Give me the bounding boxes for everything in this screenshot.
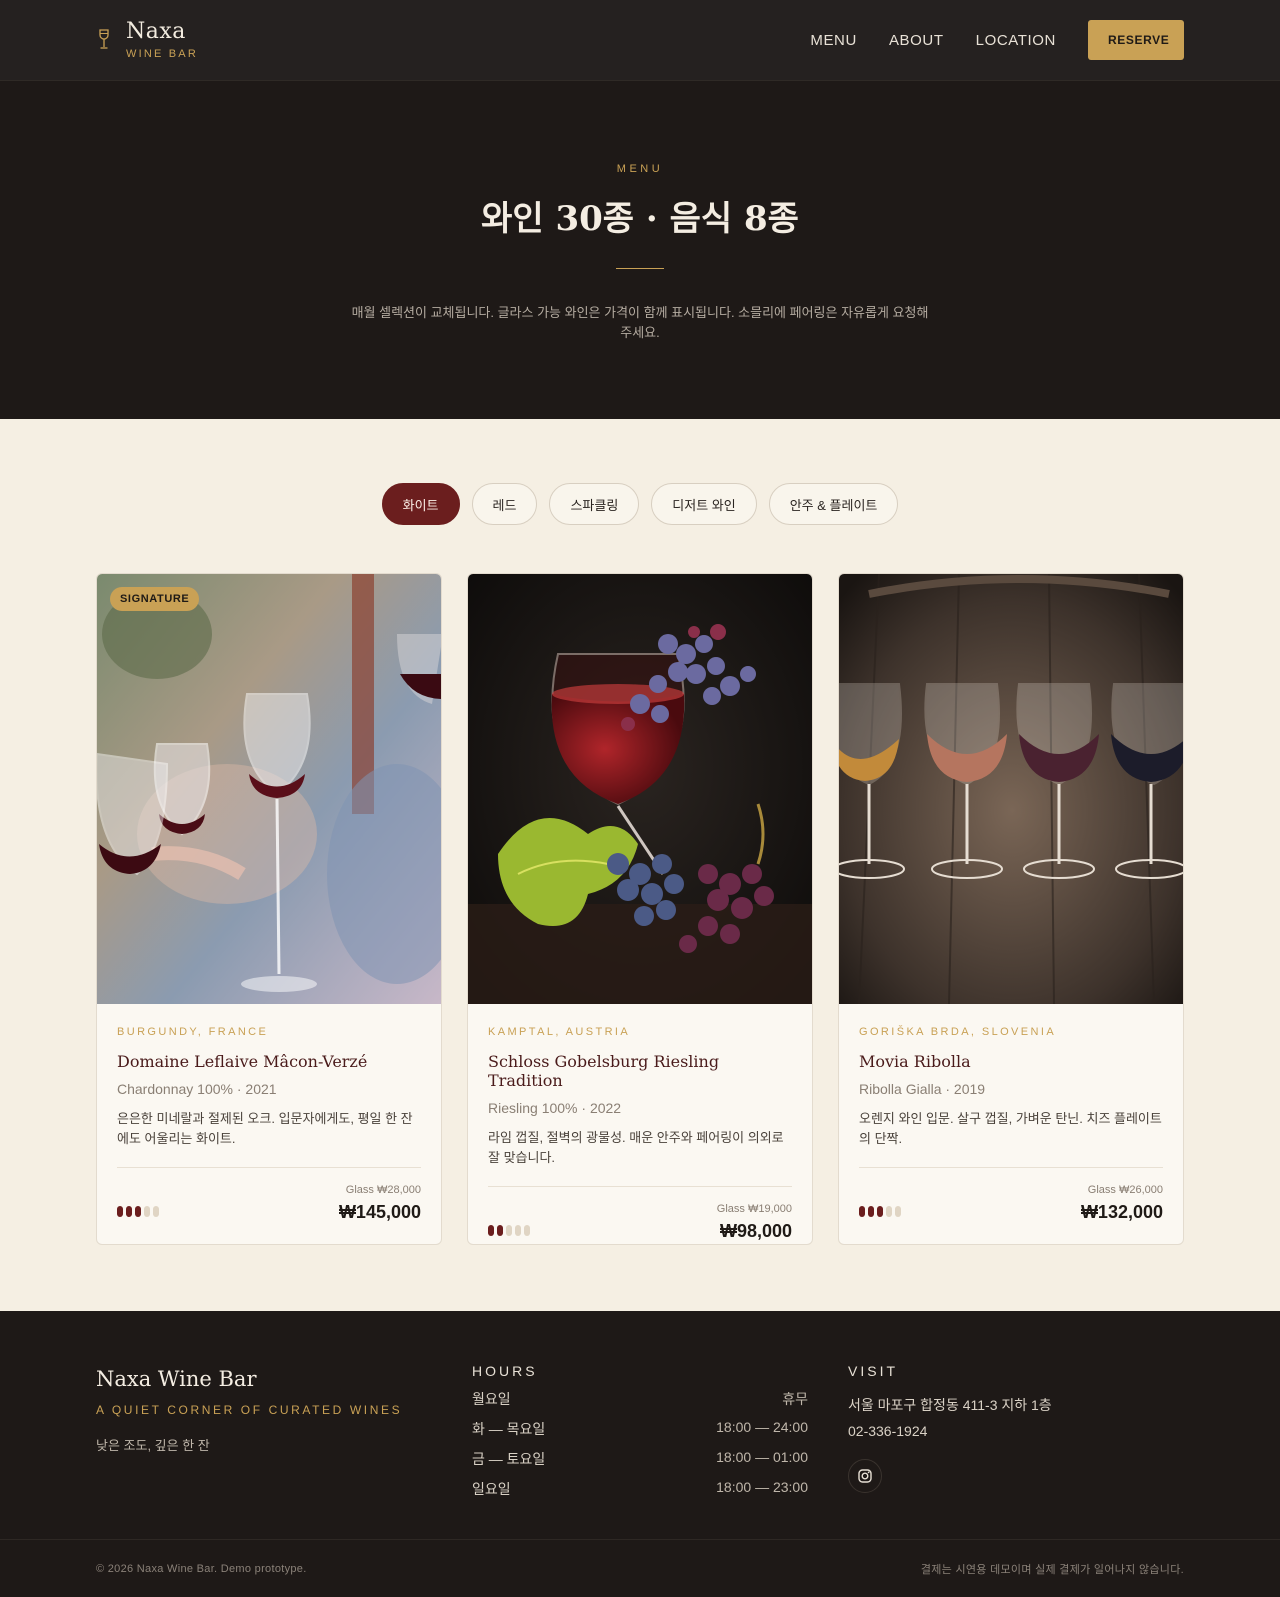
nav-location[interactable]: LOCATION [976,32,1056,49]
menu-main: 화이트 레드 스파클링 디저트 와인 안주 & 플레이트 SIGNATURE B… [0,419,1280,1311]
body-dot [895,1206,901,1217]
wine-card-photo: SIGNATURE [97,574,441,1004]
phone-number[interactable]: 02-336-1924 [848,1423,1184,1439]
wine-card[interactable]: GORIŠKA BRDA, SLOVENIA Movia Ribolla Rib… [838,573,1184,1245]
bottle-price: ₩98,000 [719,1221,792,1241]
glass-price: Glass ₩26,000 [1087,1184,1163,1196]
body-dot [524,1225,530,1236]
page-title: 와인 30종 · 음식 8종 [481,199,799,239]
wine-description: 은은한 미네랄과 절제된 오크. 입문자에게도, 평일 한 잔에도 어울리는 화… [117,1111,413,1146]
footer-bottom-bar: © 2026 Naxa Wine Bar. Demo prototype. 결제… [0,1539,1280,1597]
hours-row: 금 — 토요일 18:00 — 01:00 [472,1449,808,1469]
hours-day: 월요일 [472,1391,511,1407]
visit-heading: VISIT [848,1363,899,1379]
hero-description: 매월 셀렉션이 교체됩니다. 글라스 가능 와인은 가격이 함께 표시됩니다. … [351,305,929,340]
wine-card-photo [839,574,1183,1004]
copyright: © 2026 Naxa Wine Bar. Demo prototype. [96,1562,307,1575]
brand-logo[interactable]: Naxa WINE BAR [96,18,198,61]
body-dot [117,1206,123,1217]
tab-white[interactable]: 화이트 [381,483,460,525]
hours-day: 화 — 목요일 [472,1421,546,1437]
instagram-icon [858,1469,872,1483]
body-dot [859,1206,865,1217]
body-dot [488,1225,494,1236]
body-level-indicator [488,1225,530,1236]
wine-grape-vintage: Ribolla Gialla · 2019 [859,1081,986,1097]
hours-time: 18:00 — 01:00 [716,1449,808,1465]
payment-note: 결제는 시연용 데모이며 실제 결제가 일어나지 않습니다. [920,1563,1184,1576]
wine-glass-icon [99,29,109,49]
footer-brand: Naxa Wine Bar [96,1367,257,1391]
tab-red[interactable]: 레드 [471,483,538,525]
glass-price: Glass ₩19,000 [716,1203,792,1215]
tab-food-plates[interactable]: 안주 & 플레이트 [768,483,899,525]
hero-divider [616,268,664,269]
hours-time: 휴무 [782,1391,808,1407]
hours-heading: HOURS [472,1363,538,1379]
footer-motto: 낮은 조도, 깊은 한 잔 [96,1438,210,1453]
main-nav: MENU ABOUT LOCATION RESERVE [810,20,1184,60]
wine-card-grid: SIGNATURE BURGUNDY, FRANCE Domaine Lefla… [0,573,1280,1245]
hours-time: 18:00 — 23:00 [716,1479,808,1495]
wine-region: KAMPTAL, AUSTRIA [488,1026,631,1038]
wine-grape-vintage: Riesling 100% · 2022 [488,1100,622,1116]
card-divider [117,1167,421,1168]
nav-about[interactable]: ABOUT [889,32,944,49]
wine-region: GORIŠKA BRDA, SLOVENIA [859,1026,1057,1038]
wine-grape-vintage: Chardonnay 100% · 2021 [117,1081,277,1097]
reserve-button[interactable]: RESERVE [1088,20,1184,60]
hours-day: 금 — 토요일 [472,1451,546,1467]
address: 서울 마포구 합정동 411-3 지하 1층 [848,1397,1052,1413]
glass-price: Glass ₩28,000 [345,1184,421,1196]
card-divider [859,1167,1163,1168]
nav-menu[interactable]: MENU [810,32,857,49]
hero-section: MENU 와인 30종 · 음식 8종 매월 셀렉션이 교체됩니다. 글라스 가… [0,81,1280,419]
hero-eyebrow: MENU [616,163,664,175]
body-dot [497,1225,503,1236]
brand-subtitle: WINE BAR [126,48,198,61]
hours-time: 18:00 — 24:00 [716,1419,808,1435]
body-dot [515,1225,521,1236]
card-divider [488,1186,792,1187]
brand-name: Naxa [126,18,186,44]
wine-description: 라임 껍질, 절벽의 광물성. 매운 안주와 페어링이 의외로 잘 맞습니다. [488,1130,784,1165]
body-dot [126,1206,132,1217]
wine-card[interactable]: KAMPTAL, AUSTRIA Schloss Gobelsburg Ries… [467,573,813,1245]
wine-name: Movia Ribolla [859,1052,971,1071]
footer-tagline: A QUIET CORNER OF CURATED WINES [96,1403,403,1417]
body-level-indicator [117,1206,159,1217]
body-dot [868,1206,874,1217]
grape-glass-photo [468,574,812,1004]
site-header: Naxa WINE BAR MENU ABOUT LOCATION RESERV… [0,0,1280,81]
wine-card[interactable]: SIGNATURE BURGUNDY, FRANCE Domaine Lefla… [96,573,442,1245]
body-dot [506,1225,512,1236]
body-level-indicator [859,1206,901,1217]
wine-description: 오렌지 와인 입문. 살구 껍질, 가벼운 탄닌. 치즈 플레이트의 단짝. [859,1111,1162,1146]
tab-sparkling[interactable]: 스파클링 [549,483,640,525]
tab-dessert-wine[interactable]: 디저트 와인 [651,483,757,525]
body-dot [877,1206,883,1217]
hours-row: 월요일 휴무 [472,1389,808,1409]
wine-flight-photo [839,574,1183,1004]
wine-name: Schloss Gobelsburg Riesling Tradition [488,1052,720,1090]
bottle-price: ₩132,000 [1080,1202,1163,1222]
hours-day: 일요일 [472,1481,511,1497]
instagram-link[interactable] [848,1459,882,1493]
hours-row: 화 — 목요일 18:00 — 24:00 [472,1419,808,1439]
wine-name: Domaine Leflaive Mâcon-Verzé [117,1052,368,1071]
toast-photo [97,574,441,1004]
signature-badge: SIGNATURE [110,587,200,611]
bottle-price: ₩145,000 [338,1202,421,1222]
body-dot [144,1206,150,1217]
wine-region: BURGUNDY, FRANCE [117,1026,269,1038]
body-dot [886,1206,892,1217]
site-footer: Naxa Wine Bar A QUIET CORNER OF CURATED … [0,1311,1280,1597]
body-dot [135,1206,141,1217]
wine-card-photo [468,574,812,1004]
hours-row: 일요일 18:00 — 23:00 [472,1479,808,1499]
body-dot [153,1206,159,1217]
category-tabs: 화이트 레드 스파클링 디저트 와인 안주 & 플레이트 [0,483,1280,525]
